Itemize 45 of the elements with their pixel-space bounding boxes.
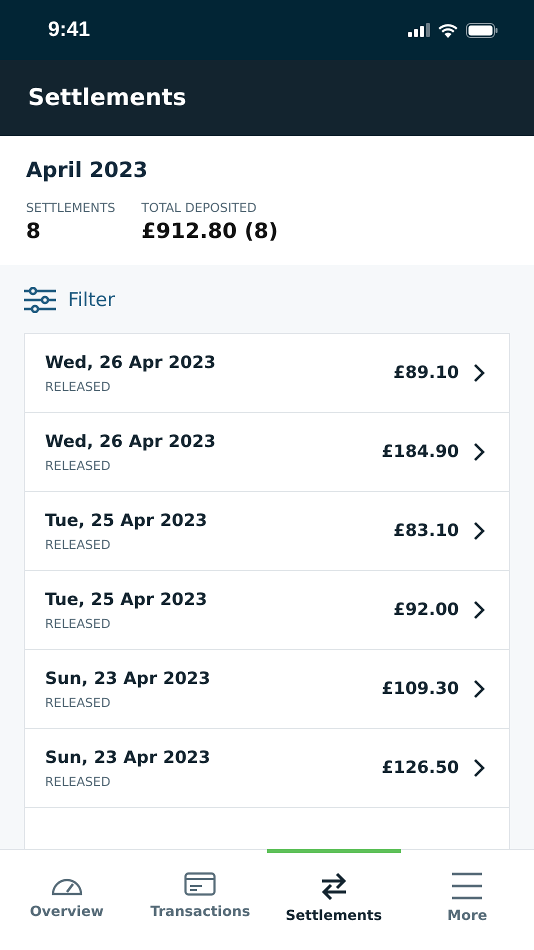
settlement-status: RELEASED xyxy=(45,378,112,394)
transfer-icon xyxy=(320,872,348,900)
settlement-status: RELEASED xyxy=(45,694,112,710)
sliders-icon xyxy=(24,287,56,313)
status-time: 9:41 xyxy=(48,18,90,42)
settlement-amount: £126.50 xyxy=(382,758,459,778)
chevron-icon xyxy=(473,363,485,383)
settlement-row[interactable]: Sun, 23 Apr 2023 RELEASED £109.30 xyxy=(25,650,509,729)
period-heading: April 2023 xyxy=(26,158,149,182)
settlement-amount: £89.10 xyxy=(393,363,459,383)
page-title: Settlements xyxy=(28,85,186,111)
settlement-date: Sun, 23 Apr 2023 xyxy=(45,748,212,768)
settlement-row[interactable]: Tue, 25 Apr 2023 RELEASED £83.10 xyxy=(25,492,509,571)
settlement-amount: £109.30 xyxy=(382,679,459,699)
wifi-icon xyxy=(438,22,458,38)
settlement-date: Tue, 25 Apr 2023 xyxy=(45,590,208,610)
signal-icon xyxy=(408,23,430,37)
menu-icon xyxy=(451,872,484,900)
chevron-icon xyxy=(473,521,485,541)
chevron-icon xyxy=(473,600,485,620)
settlement-date: Tue, 25 Apr 2023 xyxy=(45,510,208,530)
settlement-row[interactable]: Wed, 26 Apr 2023 RELEASED £184.90 xyxy=(25,413,509,492)
chevron-icon xyxy=(473,758,485,778)
stat-label: SETTLEMENTS xyxy=(26,200,116,215)
settlement-status: RELEASED xyxy=(45,536,112,552)
battery-icon xyxy=(466,22,498,38)
settlement-date: Sun, 23 Apr 2023 xyxy=(45,668,212,688)
settlement-row[interactable]: Sun, 23 Apr 2023 RELEASED £126.50 xyxy=(25,729,509,808)
settlement-row[interactable]: Wed, 26 Apr 2023 RELEASED £89.10 xyxy=(25,334,509,413)
settlement-date: Wed, 26 Apr 2023 xyxy=(45,432,217,452)
settlement-status: RELEASED xyxy=(45,616,112,630)
stat-value: £912.80 (8) xyxy=(141,219,278,243)
stat-label: TOTAL DEPOSITED xyxy=(141,200,258,215)
filter-button[interactable]: Filter xyxy=(0,265,140,333)
settlement-date: Wed, 26 Apr 2023 xyxy=(45,352,217,372)
settlement-status: RELEASED xyxy=(45,458,112,472)
chevron-icon xyxy=(473,679,485,699)
stat-value: 8 xyxy=(26,219,42,243)
settlement-row[interactable]: Tue, 25 Apr 2023 RELEASED £92.00 xyxy=(25,571,509,650)
settlement-amount: £92.00 xyxy=(393,600,459,620)
settlement-amount: £184.90 xyxy=(382,442,459,462)
card-icon xyxy=(184,872,216,896)
settlement-status: RELEASED xyxy=(45,774,112,788)
settlement-amount: £83.10 xyxy=(393,521,459,541)
chevron-icon xyxy=(473,442,485,462)
